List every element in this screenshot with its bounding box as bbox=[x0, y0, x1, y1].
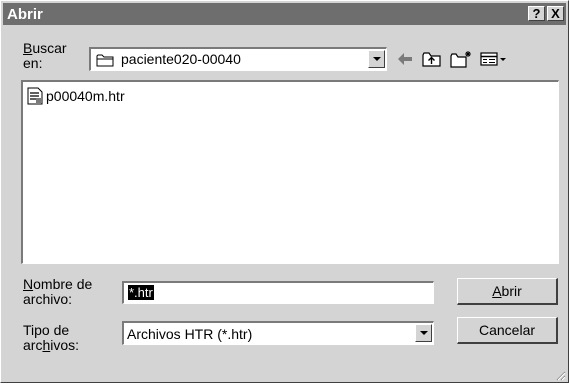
lookin-label: Buscar en: bbox=[23, 41, 67, 71]
filename-label-line2: archivo: bbox=[23, 291, 73, 307]
filetype-label-line2: archivos: bbox=[23, 337, 80, 353]
filetype-label-rest: ivos: bbox=[50, 337, 80, 353]
filename-input[interactable]: *.htr bbox=[122, 281, 434, 304]
lookin-dropdown-button[interactable] bbox=[368, 50, 385, 68]
back-arrow-icon[interactable] bbox=[395, 49, 415, 69]
filetype-label-line1: Tipo de bbox=[23, 322, 70, 338]
title-bar[interactable]: Abrir ? X bbox=[3, 3, 566, 25]
filetype-label: Tipo de archivos: bbox=[23, 323, 79, 353]
html-file-icon bbox=[27, 87, 43, 108]
open-button-label: Abrir bbox=[492, 283, 522, 299]
cancel-button[interactable]: Cancelar bbox=[457, 317, 558, 344]
filename-label-rest: ombre de bbox=[33, 276, 93, 292]
lookin-label-line1: Buscar bbox=[23, 40, 67, 56]
lookin-label-rest: uscar bbox=[32, 40, 67, 56]
filetype-value: Archivos HTR (*.htr) bbox=[127, 326, 253, 342]
up-folder-icon[interactable] bbox=[421, 49, 443, 69]
filetype-select[interactable]: Archivos HTR (*.htr) bbox=[122, 321, 434, 345]
view-menu-icon[interactable] bbox=[479, 49, 509, 69]
lookin-combobox[interactable]: paciente020-00040 bbox=[89, 47, 387, 71]
close-button[interactable]: X bbox=[547, 6, 564, 21]
open-dialog: Abrir ? X Buscar en: paciente020-00040 p… bbox=[0, 0, 569, 383]
lookin-label-line2: en: bbox=[23, 55, 43, 71]
filename-label: Nombre de archivo: bbox=[23, 277, 92, 307]
resize-grip-icon[interactable] bbox=[554, 368, 566, 381]
dialog-title: Abrir bbox=[7, 6, 43, 23]
filetype-dropdown-button[interactable] bbox=[415, 324, 432, 342]
new-folder-icon[interactable] bbox=[449, 49, 473, 69]
lookin-value: paciente020-00040 bbox=[121, 51, 241, 67]
filename-label-line1: Nombre de bbox=[23, 276, 93, 292]
folder-icon bbox=[96, 52, 116, 71]
open-button[interactable]: Abrir bbox=[457, 278, 558, 305]
help-button[interactable]: ? bbox=[528, 6, 545, 21]
filename-value: *.htr bbox=[128, 285, 154, 300]
file-list[interactable]: p00040m.htr bbox=[21, 80, 559, 264]
file-name: p00040m.htr bbox=[46, 88, 125, 104]
